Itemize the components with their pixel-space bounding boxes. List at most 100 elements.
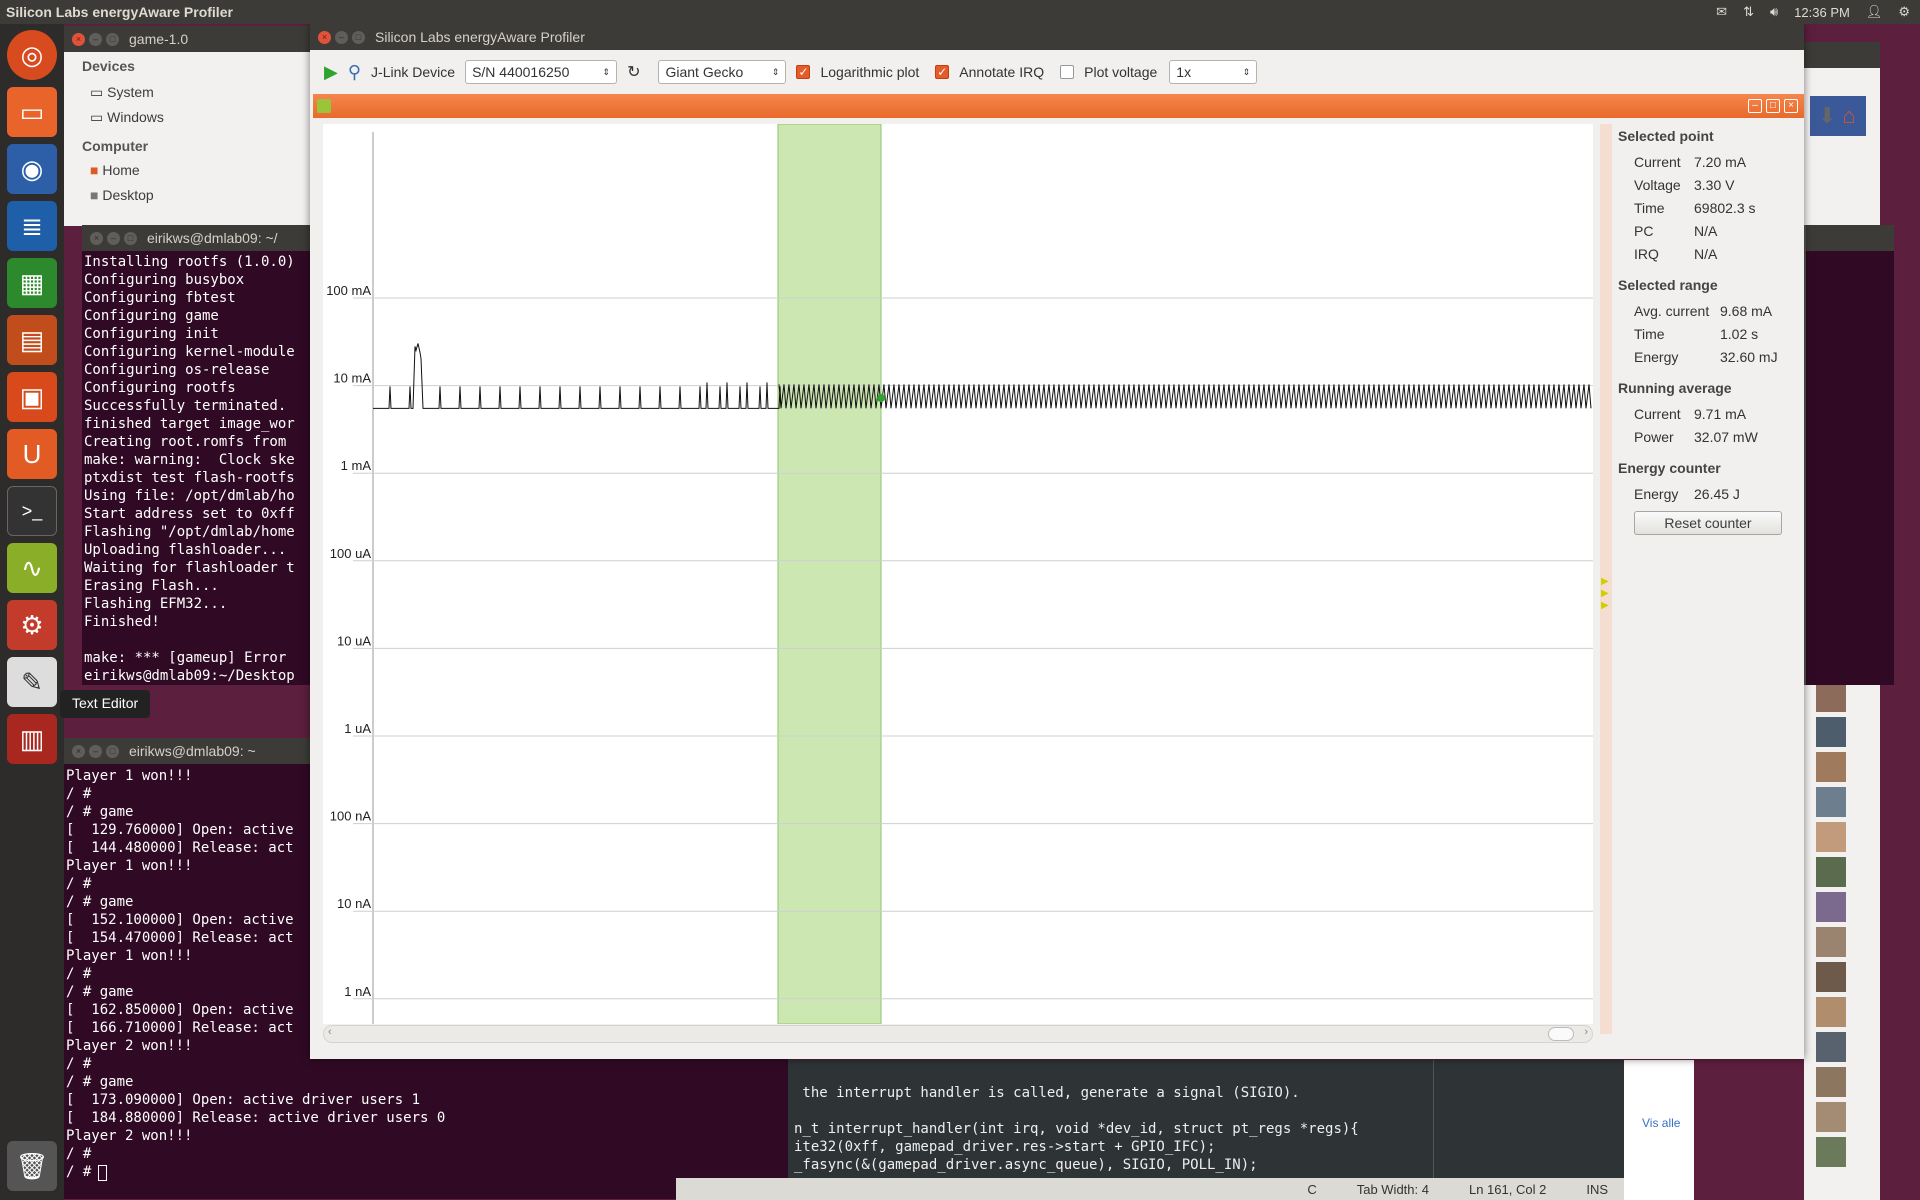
trash-icon[interactable]: 🗑︎ xyxy=(7,1141,57,1191)
mail-icon[interactable]: ✉ xyxy=(1716,4,1727,20)
current-plot-svg[interactable]: 100 mA 10 mA 1 mA 100 uA 10 uA 1 uA 100 nA 10 n… xyxy=(323,123,1593,1025)
editor-statusbar: C Tab Width: 4 Ln 161, Col 2 INS xyxy=(676,1178,1624,1200)
maximize-icon[interactable]: □ xyxy=(352,30,365,44)
stat-row: Avg. current 9.68 mA xyxy=(1618,299,1790,322)
text-editor-icon[interactable]: ✎ xyxy=(7,657,57,707)
writer-icon[interactable]: ≣ xyxy=(7,201,57,251)
home-icon[interactable]: ⌂ xyxy=(1842,103,1855,129)
contact-avatar[interactable] xyxy=(1816,682,1846,712)
minimize-icon[interactable]: – xyxy=(335,30,348,44)
refresh-icon[interactable]: ↻ xyxy=(627,62,640,82)
contact-avatar[interactable] xyxy=(1816,962,1846,992)
current-plot[interactable]: 100 mA 10 mA 1 mA 100 uA 10 uA 1 uA 100 nA 10 n… xyxy=(323,123,1593,1025)
contact-avatar[interactable] xyxy=(1816,717,1846,747)
terminal-line: make: *** [gameup] Error xyxy=(84,650,295,666)
scroll-right-icon[interactable]: › xyxy=(1584,1026,1588,1038)
minimize-icon[interactable]: – xyxy=(107,231,120,245)
stat-value: N/A xyxy=(1694,245,1718,262)
contact-avatar[interactable] xyxy=(1816,857,1846,887)
contact-avatar[interactable] xyxy=(1816,892,1846,922)
terminal-titlebar: × – □ eirikws@dmlab09: ~/ xyxy=(82,225,322,251)
dash-home-icon[interactable]: ◎ xyxy=(7,30,57,80)
stat-row: Time 1.02 s xyxy=(1618,322,1790,345)
terminal-line: Creating root.romfs from xyxy=(84,434,295,450)
top-panel: Silicon Labs energyAware Profiler ✉ ⇅ 🔊︎… xyxy=(0,0,1920,24)
chat-panel-bottom: Vis alle xyxy=(1624,1060,1694,1200)
close-icon[interactable]: × xyxy=(1784,99,1798,113)
probe-icon[interactable]: ⚲ xyxy=(348,62,361,83)
ubuntu-one-icon[interactable]: U xyxy=(7,429,57,479)
network-icon[interactable]: ⇅ xyxy=(1743,4,1754,20)
terminal-line: Configuring busybox xyxy=(84,272,245,288)
minimize-icon[interactable]: – xyxy=(1748,99,1762,113)
close-icon[interactable]: × xyxy=(318,30,331,44)
y-tick-label: 1 nA xyxy=(344,984,371,999)
terminal-line: Configuring os-release xyxy=(84,362,270,378)
contact-avatar[interactable] xyxy=(1816,1032,1846,1062)
device-select[interactable]: S/N 440016250 ⇕ xyxy=(465,60,618,84)
maximize-icon[interactable]: □ xyxy=(124,231,137,245)
volume-icon[interactable]: 🔊︎ xyxy=(1770,4,1778,20)
firefox-icon[interactable]: ◉ xyxy=(7,144,57,194)
scroll-left-icon[interactable]: ‹ xyxy=(328,1026,332,1038)
zoom-select[interactable]: 1x ⇕ xyxy=(1169,60,1258,84)
terminal-icon[interactable]: >_ xyxy=(7,486,57,536)
impress-icon[interactable]: ▤ xyxy=(7,315,57,365)
contact-avatar[interactable] xyxy=(1816,1102,1846,1132)
terminal-line: Configuring kernel-module xyxy=(84,344,295,360)
annotate-irq-checkbox[interactable]: ✓ xyxy=(935,65,950,79)
tab-width-selector[interactable]: Tab Width: 4 xyxy=(1357,1182,1429,1197)
contact-avatar[interactable] xyxy=(1816,1067,1846,1097)
workspace-switcher-icon[interactable]: ▥ xyxy=(7,714,57,764)
terminal-window-3 xyxy=(1804,225,1894,685)
settings-icon[interactable]: ⚙ xyxy=(1898,4,1910,20)
stat-value: 32.07 mW xyxy=(1694,428,1758,445)
target-select[interactable]: Giant Gecko ⇕ xyxy=(658,60,787,84)
close-icon[interactable]: × xyxy=(72,744,85,758)
plot-scrollbar[interactable]: ‹ › xyxy=(323,1025,1593,1043)
contact-avatar[interactable] xyxy=(1816,927,1846,957)
minimize-icon[interactable]: – xyxy=(89,744,102,758)
system-settings-icon[interactable]: ⚙ xyxy=(7,600,57,650)
maximize-icon[interactable]: □ xyxy=(106,32,119,46)
see-all-link[interactable]: Vis alle xyxy=(1642,1116,1680,1130)
download-icon[interactable]: ⬇ xyxy=(1818,103,1836,129)
close-icon[interactable]: × xyxy=(72,32,85,46)
maximize-icon[interactable]: □ xyxy=(106,744,119,758)
maximize-icon[interactable]: □ xyxy=(1766,99,1780,113)
stat-value: 32.60 mJ xyxy=(1720,348,1778,365)
close-icon[interactable]: × xyxy=(90,231,103,245)
clock[interactable]: 12:36 PM xyxy=(1794,5,1850,20)
calc-icon[interactable]: ▦ xyxy=(7,258,57,308)
play-icon[interactable]: ▶ xyxy=(324,62,338,83)
window-title: game-1.0 xyxy=(129,31,189,47)
stat-label: Energy xyxy=(1634,348,1679,365)
contact-avatar[interactable] xyxy=(1816,1137,1846,1167)
minimize-icon[interactable]: – xyxy=(89,32,102,46)
contact-avatar[interactable] xyxy=(1816,787,1846,817)
terminal-line: / # game xyxy=(66,1074,134,1090)
editor-content[interactable]: the interrupt handler is called, generat… xyxy=(794,1084,1359,1174)
window-title: Silicon Labs energyAware Profiler xyxy=(375,29,585,45)
files-icon[interactable]: ▭ xyxy=(7,87,57,137)
software-center-icon[interactable]: ▣ xyxy=(7,372,57,422)
text-editor-window: the interrupt handler is called, generat… xyxy=(676,1060,1624,1200)
stat-label: Voltage xyxy=(1634,176,1681,193)
stat-row: Time 69802.3 s xyxy=(1618,196,1790,219)
terminal-output[interactable]: Installing rootfs (1.0.0) Configuring bus… xyxy=(82,251,322,685)
scroll-thumb[interactable] xyxy=(1548,1027,1574,1041)
selection-range xyxy=(777,123,882,1025)
plot-voltage-checkbox[interactable] xyxy=(1060,65,1075,79)
y-tick-label: 100 nA xyxy=(330,809,372,824)
contact-avatar[interactable] xyxy=(1816,822,1846,852)
window-title: eirikws@dmlab09: ~/ xyxy=(147,230,278,246)
log-plot-checkbox[interactable]: ✓ xyxy=(796,65,811,79)
language-selector[interactable]: C xyxy=(1307,1182,1316,1197)
contact-avatar[interactable] xyxy=(1816,752,1846,782)
user-icon[interactable]: 👤︎ xyxy=(1866,4,1883,20)
editor-margin-line xyxy=(1433,1060,1434,1178)
reset-counter-button[interactable]: Reset counter xyxy=(1634,511,1782,535)
energy-profiler-icon[interactable]: ∿ xyxy=(7,543,57,593)
contact-avatar[interactable] xyxy=(1816,997,1846,1027)
terminal-line: Configuring fbtest xyxy=(84,290,236,306)
